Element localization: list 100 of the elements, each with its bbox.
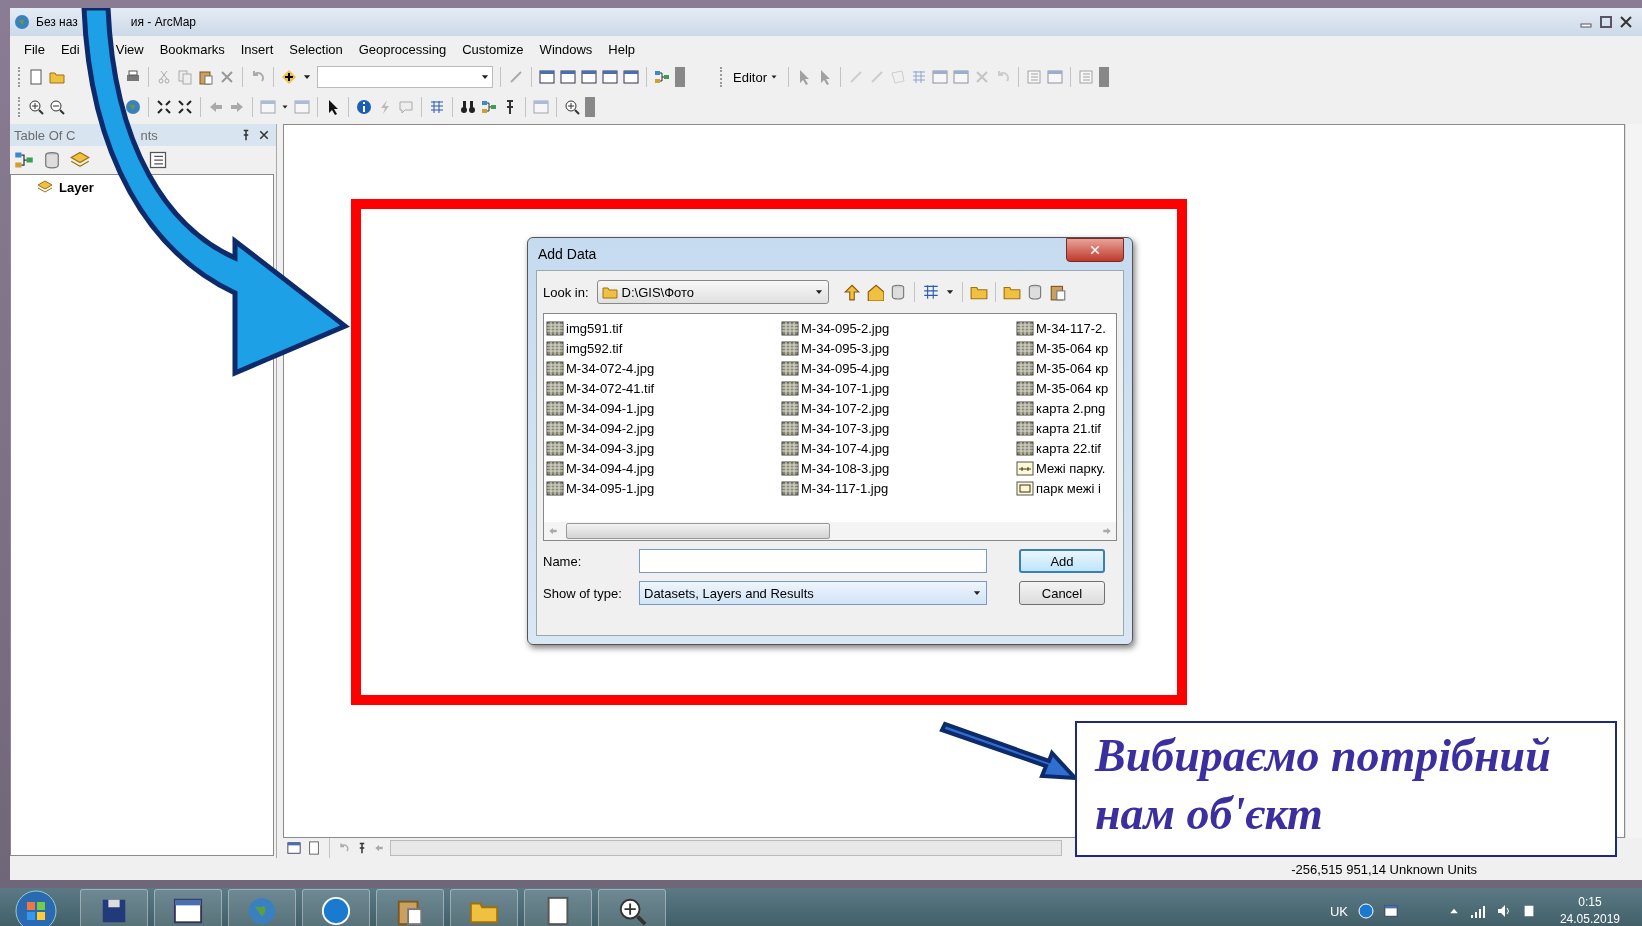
menu-item[interactable]: Geoprocessing xyxy=(350,39,455,59)
file-name[interactable]: карта 2.png xyxy=(1036,400,1106,416)
back-icon[interactable] xyxy=(208,99,224,115)
window-icon[interactable] xyxy=(602,69,618,85)
signal-icon[interactable] xyxy=(1469,903,1486,919)
clipboard-icon[interactable] xyxy=(198,69,214,85)
flowchart-icon[interactable] xyxy=(481,99,497,115)
forward-icon[interactable] xyxy=(229,99,245,115)
file-name[interactable]: img591.tif xyxy=(566,320,623,336)
folder-icon[interactable] xyxy=(49,69,65,85)
file-name[interactable]: Межі парку. xyxy=(1036,460,1106,476)
close-button[interactable] xyxy=(1066,238,1124,262)
file-name[interactable]: M-34-095-2.jpg xyxy=(801,320,890,336)
file-name[interactable]: M-34-094-1.jpg xyxy=(566,400,655,416)
look-in-dropdown[interactable]: D:\GIS\Фото xyxy=(596,280,829,304)
up-folder-icon[interactable] xyxy=(842,283,861,301)
file-name[interactable]: парк межі і xyxy=(1036,480,1101,496)
file-name[interactable]: M-34-094-2.jpg xyxy=(566,420,655,436)
new-document-icon[interactable] xyxy=(307,841,321,855)
globe-icon[interactable] xyxy=(125,99,141,115)
flowchart-icon[interactable] xyxy=(14,150,34,170)
layers-icon[interactable] xyxy=(70,150,90,170)
window-icon[interactable] xyxy=(287,841,301,855)
window-icon[interactable] xyxy=(1383,904,1398,918)
layers-icon[interactable] xyxy=(37,179,53,195)
file-name[interactable]: M-34-107-1.jpg xyxy=(801,380,890,396)
zoom-in-icon[interactable] xyxy=(28,99,44,115)
zoom-in-icon[interactable] xyxy=(564,99,580,115)
back-icon[interactable] xyxy=(374,843,384,853)
toolbar-overflow-button[interactable] xyxy=(1098,67,1109,87)
file-name[interactable]: M-34-095-4.jpg xyxy=(801,360,890,376)
menu-item[interactable]: Customize xyxy=(454,39,532,59)
speaker-icon[interactable] xyxy=(1495,903,1512,919)
map-canvas[interactable] xyxy=(283,124,1625,838)
flowchart-icon[interactable] xyxy=(654,69,670,85)
grid-view-icon[interactable] xyxy=(921,283,940,301)
file-name[interactable]: M-34-117-1.jpg xyxy=(801,480,889,496)
layer-label[interactable]: Layer xyxy=(59,179,94,195)
vertical-scrollbar[interactable] xyxy=(1625,124,1642,838)
back-icon[interactable] xyxy=(548,526,558,536)
caret-icon[interactable] xyxy=(769,73,778,81)
file-name[interactable]: карта 22.tif xyxy=(1036,440,1101,456)
window-icon[interactable] xyxy=(623,69,639,85)
window-icon[interactable] xyxy=(539,69,555,85)
line-icon[interactable] xyxy=(508,69,524,85)
binoculars-icon[interactable] xyxy=(460,99,476,115)
taskbar-button[interactable] xyxy=(598,889,666,926)
window-icon[interactable] xyxy=(581,69,597,85)
cancel-button[interactable]: Cancel xyxy=(1019,581,1105,605)
editor-menu-button[interactable]: Editor xyxy=(730,67,781,87)
window-icon[interactable] xyxy=(560,69,576,85)
database-icon[interactable] xyxy=(42,150,62,170)
file-name[interactable]: M-34-094-3.jpg xyxy=(566,440,655,456)
menu-item[interactable]: View xyxy=(115,39,152,59)
file-name[interactable]: M-34-095-1.jpg xyxy=(566,480,655,496)
taskbar-button[interactable] xyxy=(154,889,222,926)
file-name[interactable]: M-35-064 кр xyxy=(1036,380,1109,396)
file-name[interactable]: img592.tif xyxy=(566,340,623,356)
delete-icon[interactable] xyxy=(219,69,235,85)
home-icon[interactable] xyxy=(865,283,884,301)
undo-icon[interactable] xyxy=(338,842,350,854)
arrows-icon[interactable] xyxy=(156,99,172,115)
file-name[interactable]: M-34-107-2.jpg xyxy=(801,400,890,416)
name-input[interactable] xyxy=(639,549,987,573)
file-name[interactable]: M-34-094-4.jpg xyxy=(566,460,655,476)
file-name[interactable]: M-34-072-4.jpg xyxy=(566,360,655,376)
start-button[interactable] xyxy=(14,889,58,926)
grid-view-icon[interactable] xyxy=(429,99,445,115)
language-indicator[interactable]: UK xyxy=(1329,903,1348,919)
menu-item[interactable]: Windows xyxy=(531,39,601,59)
taskbar-button[interactable] xyxy=(80,889,148,926)
add-data-icon[interactable] xyxy=(281,69,297,85)
close-icon[interactable] xyxy=(1618,14,1634,30)
file-name[interactable]: M-34-117-2. xyxy=(1036,320,1106,336)
add-button[interactable]: Add xyxy=(1019,549,1105,573)
scrollbar-thumb[interactable] xyxy=(566,523,830,539)
type-dropdown[interactable]: Datasets, Layers and Results xyxy=(639,581,987,605)
forward-icon[interactable] xyxy=(1102,526,1112,536)
taskbar-button[interactable] xyxy=(524,889,592,926)
menu-item[interactable]: Edi xyxy=(52,39,80,59)
file-list[interactable] xyxy=(543,313,1117,541)
file-name[interactable]: M-35-064 кр xyxy=(1036,360,1109,376)
file-name[interactable]: M-35-064 кр xyxy=(1036,340,1109,356)
arrows-icon[interactable] xyxy=(177,99,193,115)
caret-icon[interactable] xyxy=(281,103,289,111)
menu-item[interactable]: Insert xyxy=(232,39,282,59)
horizontal-scrollbar[interactable] xyxy=(390,840,1062,856)
file-name[interactable]: M-34-095-3.jpg xyxy=(801,340,890,356)
maximize-icon[interactable] xyxy=(1598,14,1614,30)
menu-item[interactable]: Bookmarks xyxy=(151,39,233,59)
zoom-out-icon[interactable] xyxy=(49,99,65,115)
menu-item[interactable]: Help xyxy=(600,39,644,59)
taskbar-button[interactable] xyxy=(376,889,444,926)
file-name[interactable]: M-34-108-3.jpg xyxy=(801,460,890,476)
file-name[interactable]: M-34-107-3.jpg xyxy=(801,420,890,436)
info-icon[interactable] xyxy=(356,99,372,115)
close-icon[interactable] xyxy=(258,129,270,141)
file-name[interactable]: карта 21.tif xyxy=(1036,420,1101,436)
list-icon[interactable] xyxy=(148,150,168,170)
clipboard-icon[interactable] xyxy=(1048,283,1067,301)
